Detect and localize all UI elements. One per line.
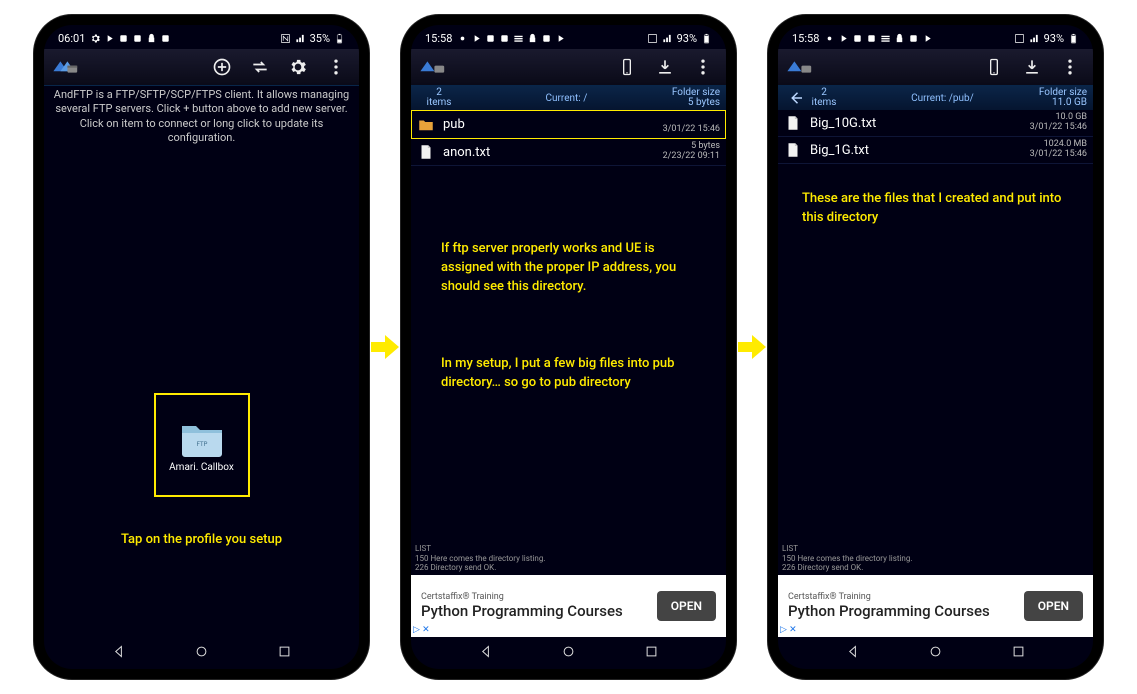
signal-icon [662,33,673,44]
step-arrow-icon [734,329,770,365]
ftp-profile-tile[interactable]: FTP Amari. Callbox [154,393,250,497]
phone-3: 15:58 93% [768,15,1103,679]
phone-2: 15:58 93% [401,15,736,679]
app-toolbar [44,49,359,86]
andftp-logo-icon [52,57,80,77]
nav-back[interactable] [846,644,861,663]
nav-recents[interactable] [644,644,659,663]
nav-home[interactable] [194,644,209,663]
andftp-logo-icon [419,57,447,77]
file-icon [417,143,435,161]
download-button[interactable] [1017,52,1047,82]
intro-text: AndFTP is a FTP/SFTP/SCP/FTPS client. It… [44,86,359,151]
ad-title: Python Programming Courses [788,603,1014,620]
ad-banner[interactable]: Certstaffix® Training Python Programming… [778,575,1093,637]
status-bar: 15:58 93% [778,25,1093,49]
nfc-icon [1014,33,1025,44]
file-name: Big_10G.txt [810,116,1030,131]
nav-home[interactable] [561,644,576,663]
caption-text: If ftp server properly works and UE is a… [441,240,696,297]
nav-recents[interactable] [277,644,292,663]
device-button[interactable] [612,52,642,82]
battery-pct: 35% [310,32,330,45]
file-name: anon.txt [443,145,663,160]
current-path: Current: / [461,93,672,104]
nav-back[interactable] [112,644,127,663]
svg-text:FTP: FTP [196,441,207,448]
adchoices-icon[interactable]: ▷ ✕ [413,625,430,635]
download-button[interactable] [650,52,680,82]
status-bar: 06:01 35% [44,25,359,49]
list-item[interactable]: pub 3/01/22 15:46 [411,110,726,139]
file-icon [784,141,802,159]
ad-open-button[interactable]: OPEN [657,591,716,621]
android-navbar [778,637,1093,669]
status-notif-icons [457,33,566,44]
list-item[interactable]: Big_1G.txt 1024.0 MB3/01/22 15:46 [778,137,1093,164]
folder-icon [417,116,435,134]
signal-icon [1029,33,1040,44]
caption-text: In my setup, I put a few big files into … [441,355,696,393]
status-bar: 15:58 93% [411,25,726,49]
adchoices-icon[interactable]: ▷ ✕ [780,625,797,635]
battery-icon [1068,33,1079,44]
caption-text: Tap on the profile you setup [44,531,359,550]
battery-icon [334,33,345,44]
android-navbar [44,637,359,669]
ad-title: Python Programming Courses [421,603,647,620]
nav-home[interactable] [928,644,943,663]
status-notif-icons [90,33,171,44]
battery-pct: 93% [1044,32,1064,45]
transfer-button[interactable] [245,52,275,82]
nav-recents[interactable] [1011,644,1026,663]
file-name: Big_1G.txt [810,143,1030,158]
battery-pct: 93% [677,32,697,45]
overflow-button[interactable] [321,52,351,82]
app-toolbar [411,49,726,86]
status-time: 06:01 [58,32,85,45]
android-navbar [411,637,726,669]
status-notif-icons [824,33,933,44]
device-button[interactable] [979,52,1009,82]
ftp-folder-icon: FTP [178,418,226,458]
battery-icon [701,33,712,44]
signal-icon [295,33,306,44]
file-name: pub [443,117,663,132]
status-time: 15:58 [792,32,819,45]
directory-header: 2items Current: /pub/ Folder size11.0 GB [778,86,1093,110]
list-item[interactable]: Big_10G.txt 10.0 GB3/01/22 15:46 [778,110,1093,137]
directory-header: 2items Current: / Folder size5 bytes [411,86,726,110]
list-item[interactable]: anon.txt 5 bytes2/23/22 09:11 [411,139,726,166]
settings-button[interactable] [283,52,313,82]
nav-back[interactable] [479,644,494,663]
app-toolbar [778,49,1093,86]
overflow-button[interactable] [688,52,718,82]
profile-label: Amari. Callbox [169,462,234,473]
file-icon [784,114,802,132]
server-log: LIST 150 Here comes the directory listin… [778,542,1093,575]
nfc-icon [280,33,291,44]
overflow-button[interactable] [1055,52,1085,82]
step-arrow-icon [367,329,403,365]
ad-banner[interactable]: Certstaffix® Training Python Programming… [411,575,726,637]
status-time: 15:58 [425,32,452,45]
server-log: LIST 150 Here comes the directory listin… [411,542,726,575]
nfc-icon [647,33,658,44]
phone-1: 06:01 35% [34,15,369,679]
add-button[interactable] [207,52,237,82]
current-path: Current: /pub/ [846,93,1039,104]
ad-open-button[interactable]: OPEN [1024,591,1083,621]
caption-text: These are the files that I created and p… [802,190,1069,228]
andftp-logo-icon [786,57,814,77]
